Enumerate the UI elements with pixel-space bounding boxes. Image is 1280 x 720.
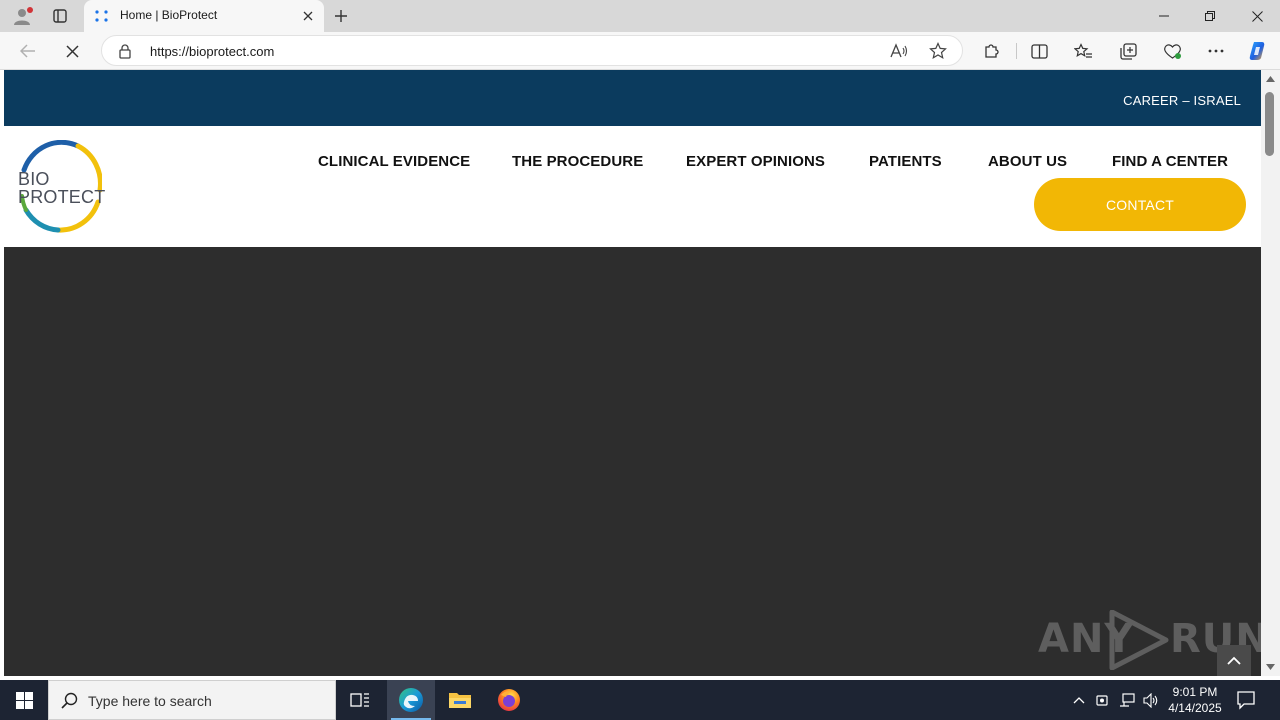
anyrun-watermark: ANY RUN [1038,610,1261,670]
settings-more-button[interactable] [1202,38,1230,64]
chevron-up-icon [1227,656,1241,665]
extensions-button[interactable] [977,38,1005,64]
taskbar-search-box[interactable]: Type here to search [48,680,336,720]
volume-tray-button[interactable] [1142,691,1160,709]
star-icon [929,42,947,60]
read-aloud-icon [890,43,908,58]
stop-loading-button[interactable] [58,38,86,64]
collections-icon [1119,42,1137,60]
browser-toolbar: https://bioprotect.com [0,32,1280,70]
collections-button[interactable] [1114,38,1142,64]
notification-icon [1237,691,1255,710]
contact-button[interactable]: CONTACT [1034,178,1246,231]
firefox-icon [498,689,520,711]
notification-dot [27,7,33,13]
logo-text-line1: BIO [18,169,50,189]
tab-actions-icon [53,9,67,23]
address-bar[interactable]: https://bioprotect.com [101,35,963,66]
search-icon [61,692,78,709]
heartbeat-icon [1163,43,1181,59]
search-placeholder: Type here to search [88,693,212,709]
notification-center-button[interactable] [1236,690,1256,710]
lock-icon[interactable] [118,43,132,59]
new-tab-button[interactable] [330,4,352,28]
back-to-top-button[interactable] [1217,645,1251,676]
clock-date: 4/14/2025 [1168,701,1222,715]
favorite-button[interactable] [926,40,950,62]
show-hidden-icons-button[interactable] [1070,691,1088,709]
bioprotect-logo[interactable]: BIO PROTECT [16,140,106,234]
close-icon [1251,10,1263,22]
toolbar-separator [1016,43,1017,59]
split-screen-button[interactable] [1025,38,1053,64]
arrow-left-icon [20,44,35,58]
puzzle-icon [984,43,999,58]
task-view-button[interactable] [336,680,384,720]
windows-logo-icon [15,691,33,709]
scrollbar-thumb[interactable] [1265,92,1274,156]
task-view-icon [350,693,369,707]
browser-tab-bar: Home | BioProtect [0,0,1280,32]
minimize-icon [1159,15,1169,17]
window-close-button[interactable] [1234,0,1280,32]
split-screen-icon [1030,43,1048,59]
tab-close-button[interactable] [300,8,316,24]
restore-icon [1205,11,1215,21]
minimize-button[interactable] [1141,0,1187,32]
page-viewport: CAREER – ISRAEL BIO PROTECT CLINICAL EVI… [4,70,1261,676]
browser-tab[interactable]: Home | BioProtect [84,0,324,32]
windows-taskbar: Type here to search 9:01 PM 4/14/2025 [0,680,1280,720]
career-israel-link[interactable]: CAREER – ISRAEL [1123,93,1241,108]
nav-about-us[interactable]: ABOUT US [988,153,1067,170]
logo-text-line2: PROTECT [18,187,106,207]
hero-section: ANY RUN [4,247,1261,676]
nav-the-procedure[interactable]: THE PROCEDURE [512,153,643,170]
file-explorer-button[interactable] [436,680,484,720]
browser-essentials-button[interactable] [1158,38,1186,64]
page-scrollbar[interactable] [1261,70,1280,676]
loading-favicon-icon [95,10,108,22]
scroll-up-arrow-icon[interactable] [1266,76,1275,82]
top-utility-bar: CAREER – ISRAEL [4,70,1261,126]
clock-time: 9:01 PM [1172,685,1218,699]
profile-button[interactable] [8,4,36,28]
close-icon [65,44,79,58]
edge-taskbar-button[interactable] [387,680,435,720]
network-icon [1120,692,1135,707]
favorites-list-icon [1073,42,1092,58]
copilot-button[interactable] [1244,38,1272,64]
speaker-icon [1142,692,1157,708]
nav-expert-opinions[interactable]: EXPERT OPINIONS [686,153,825,170]
favorites-button[interactable] [1069,38,1097,64]
taskbar-clock[interactable]: 9:01 PM 4/14/2025 [1162,684,1228,716]
nav-find-a-center[interactable]: FIND A CENTER [1112,153,1228,170]
start-button[interactable] [0,680,48,720]
site-header: BIO PROTECT CLINICAL EVIDENCE THE PROCED… [4,126,1261,247]
back-button[interactable] [14,38,42,64]
plus-icon [335,10,347,22]
copilot-icon [1249,42,1265,60]
nav-patients[interactable]: PATIENTS [869,153,942,170]
close-icon [303,11,313,21]
tab-title: Home | BioProtect [120,8,218,22]
edge-browser-icon [399,688,423,712]
meet-now-tray-button[interactable] [1094,691,1112,709]
restore-button[interactable] [1187,0,1233,32]
chevron-up-icon [1073,697,1085,704]
read-aloud-button[interactable] [887,40,911,62]
network-tray-button[interactable] [1118,691,1136,709]
folder-icon [449,693,471,708]
tab-actions-button[interactable] [46,4,74,28]
play-logo-icon [1109,610,1169,670]
nav-clinical-evidence[interactable]: CLINICAL EVIDENCE [318,153,470,170]
meet-now-icon [1095,694,1108,706]
more-horizontal-icon [1208,49,1224,53]
url-text[interactable]: https://bioprotect.com [150,44,274,59]
firefox-taskbar-button[interactable] [485,680,533,720]
scroll-down-arrow-icon[interactable] [1266,664,1275,670]
